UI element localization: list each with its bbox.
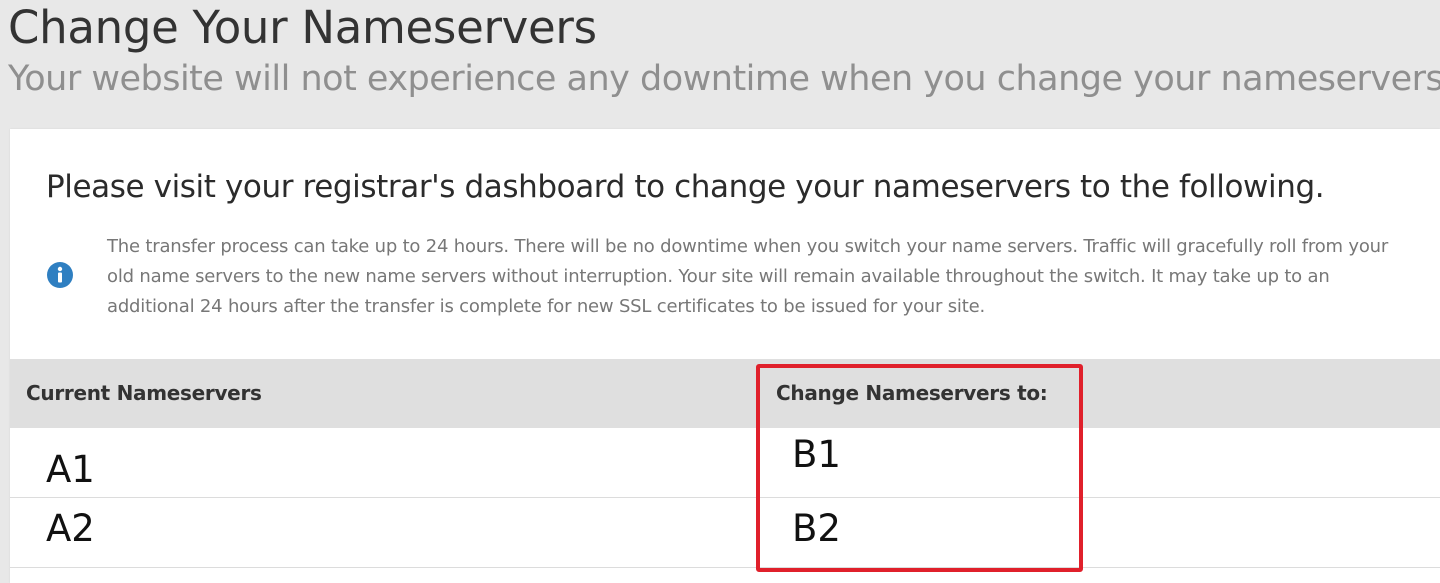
table-header: Current Nameservers Change Nameservers t… xyxy=(10,359,1440,428)
card-heading: Please visit your registrar's dashboard … xyxy=(46,169,1325,205)
column-header-current: Current Nameservers xyxy=(26,381,262,405)
current-nameserver-2: A2 xyxy=(46,507,95,550)
new-nameserver-1: B1 xyxy=(792,433,841,476)
nameserver-card: Please visit your registrar's dashboard … xyxy=(10,129,1440,583)
table-row: A1 B1 xyxy=(10,428,1440,498)
table-row: A2 B2 xyxy=(10,498,1440,568)
new-nameserver-2: B2 xyxy=(792,507,841,550)
page-subtitle: Your website will not experience any dow… xyxy=(8,59,1440,99)
info-text: The transfer process can take up to 24 h… xyxy=(107,236,1389,317)
page-title: Change Your Nameservers xyxy=(8,1,597,54)
current-nameserver-1: A1 xyxy=(46,448,95,491)
info-circle-icon xyxy=(47,262,73,288)
column-header-change: Change Nameservers to: xyxy=(776,381,1048,405)
